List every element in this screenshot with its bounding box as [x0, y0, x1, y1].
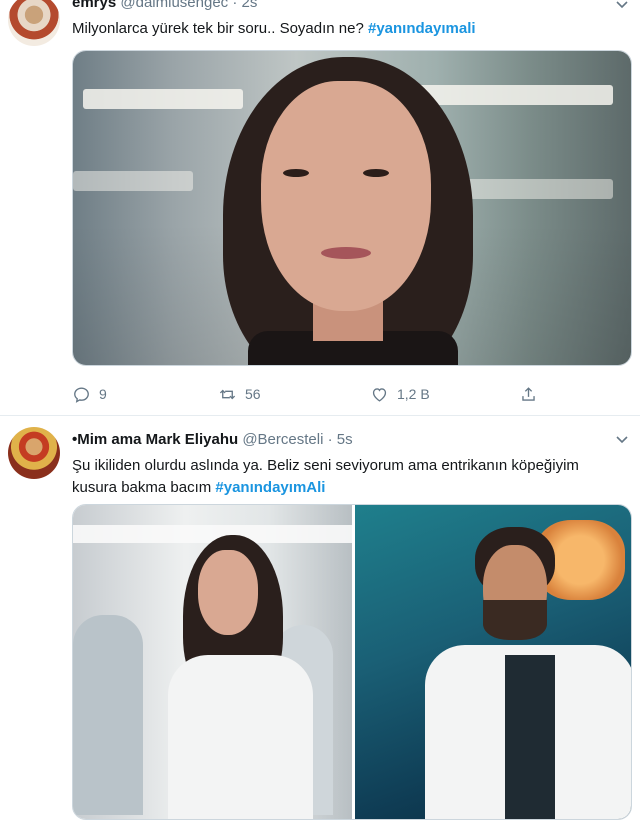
- like-count: 1,2 B: [397, 386, 430, 402]
- tweet-header: emrys @daimiusengec · 2s: [72, 0, 257, 11]
- display-name[interactable]: emrys: [72, 0, 116, 11]
- user-handle[interactable]: @daimiusengec: [120, 0, 228, 11]
- photo-woman-white-coat[interactable]: [73, 505, 352, 819]
- tweet-text-body: Şu ikiliden olurdu aslında ya. Beliz sen…: [72, 457, 579, 496]
- retweet-icon: [219, 389, 236, 399]
- tweet-image[interactable]: [72, 50, 632, 366]
- photo-man-doctor[interactable]: [355, 505, 631, 819]
- avatar[interactable]: [8, 0, 60, 46]
- tweet[interactable]: emrys @daimiusengec · 2s Milyonlarca yür…: [0, 0, 640, 415]
- tweet-image-gallery: [72, 504, 632, 820]
- tweet-text: Şu ikiliden olurdu aslında ya. Beliz sen…: [72, 455, 628, 499]
- photo-woman-hospital: [73, 51, 631, 365]
- reply-icon: [74, 386, 89, 403]
- like-button[interactable]: 1,2 B: [370, 382, 430, 406]
- share-icon: [522, 386, 535, 401]
- reply-count: 9: [99, 386, 107, 402]
- reply-button[interactable]: 9: [72, 382, 107, 406]
- tweet-text-body: Milyonlarca yürek tek bir soru.. Soyadın…: [72, 20, 368, 37]
- chevron-down-icon[interactable]: [614, 431, 630, 447]
- separator-dot: ·: [232, 0, 238, 11]
- separator-dot: ·: [327, 431, 333, 448]
- avatar[interactable]: [8, 427, 60, 479]
- retweet-count: 56: [245, 386, 261, 402]
- timestamp[interactable]: 5s: [337, 431, 353, 448]
- user-handle[interactable]: @Bercesteli: [242, 431, 323, 448]
- tweet-header: •Mim ama Mark Eliyahu @Bercesteli · 5s: [72, 431, 353, 448]
- tweet-text: Milyonlarca yürek tek bir soru.. Soyadın…: [72, 18, 628, 40]
- hashtag-link[interactable]: #yanındayımali: [368, 20, 476, 37]
- timestamp[interactable]: 2s: [242, 0, 258, 11]
- hashtag-link[interactable]: #yanındayımAli: [215, 479, 325, 496]
- share-button[interactable]: [519, 382, 538, 406]
- tweet-actions: 9 56 1,2 B: [72, 382, 542, 406]
- tweet[interactable]: •Mim ama Mark Eliyahu @Bercesteli · 5s Ş…: [0, 415, 640, 829]
- display-name[interactable]: •Mim ama Mark Eliyahu: [72, 431, 238, 448]
- like-icon: [372, 387, 387, 402]
- retweet-button[interactable]: 56: [218, 382, 261, 406]
- chevron-down-icon[interactable]: [614, 0, 630, 12]
